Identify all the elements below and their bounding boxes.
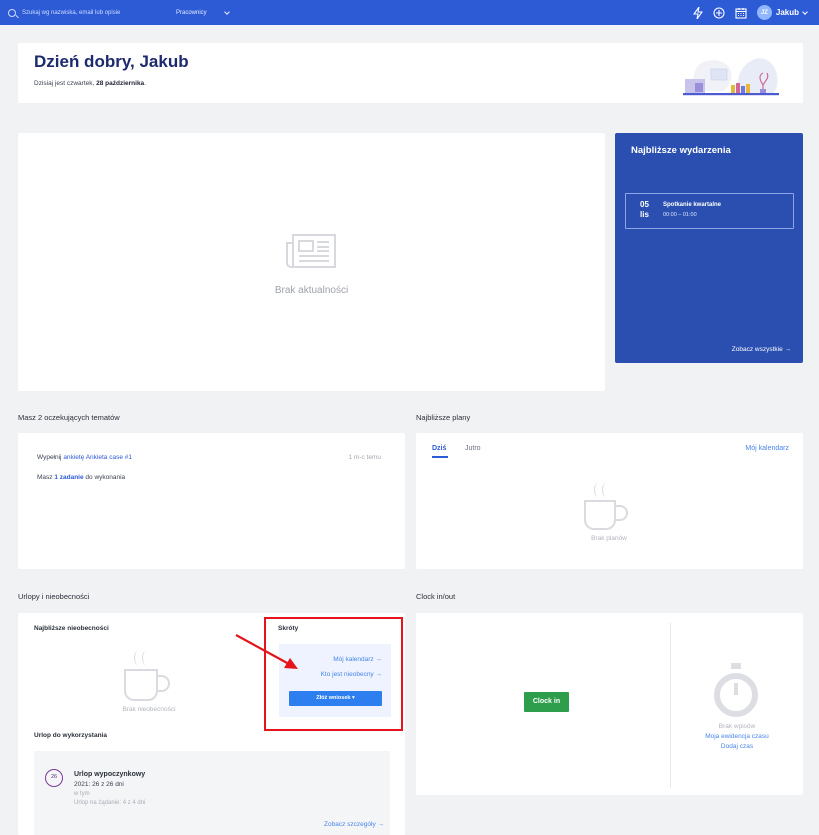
clock-in-button[interactable]: Clock in (524, 692, 569, 712)
global-search[interactable]: Szukaj wg nazwiska, email lub opisie Pra… (8, 4, 243, 21)
events-title: Najbliższe wydarzenia (631, 145, 731, 156)
upcoming-events-panel: Najbliższe wydarzenia 05 lis Spotkanie k… (615, 133, 803, 363)
plans-empty-text: Brak planów (591, 535, 627, 542)
date-subtitle: Dzisiaj jest czwartek, 28 października. (34, 80, 146, 87)
clock-section-title: Clock in/out (416, 592, 456, 601)
leave-including-label: w tym (74, 791, 90, 797)
lightning-icon[interactable] (692, 6, 703, 19)
coffee-cup-icon (122, 651, 178, 705)
search-input[interactable]: Szukaj wg nazwiska, email lub opisie (22, 10, 176, 16)
upcoming-absences-title: Najbliższe nieobecności (34, 625, 109, 632)
date-suffix: . (144, 80, 146, 87)
event-time: 00:00 – 01:00 (663, 212, 697, 218)
no-entries-text: Brak wpisów (718, 723, 756, 730)
tasks-row: Masz 1 zadanie do wykonania (37, 474, 125, 481)
tasks-suffix: do wykonania (83, 474, 126, 481)
see-all-events-link[interactable]: Zobacz wszystkie → (732, 346, 791, 353)
survey-timestamp: 1 m-c temu (348, 454, 381, 461)
survey-link[interactable]: ankietę Ankieta case #1 (63, 454, 132, 461)
avatar: JZ (756, 5, 772, 20)
event-month: lis (640, 210, 649, 219)
news-empty-text: Brak aktualności (274, 285, 349, 296)
stopwatch-icon (714, 663, 758, 717)
date-prefix: Dzisiaj jest czwartek, (34, 80, 97, 87)
pending-section-title: Masz 2 oczekujących tematów (18, 413, 120, 422)
news-panel: Brak aktualności (18, 133, 605, 391)
clock-panel: Clock in Brak wpisów Moja ewidencja czas… (416, 613, 803, 795)
leave-on-demand: Urlop na żądanie: 4 z 4 dni (74, 800, 146, 806)
top-navigation-bar: Szukaj wg nazwiska, email lub opisie Pra… (0, 0, 819, 25)
search-icon (8, 8, 16, 17)
annotation-highlight-box (264, 617, 403, 731)
calendar-icon[interactable] (735, 7, 747, 19)
search-scope-label: Pracownicy (176, 9, 207, 16)
absences-empty-text: Brak nieobecności (122, 706, 176, 713)
leave-section-title: Urlopy i nieobecności (18, 592, 90, 601)
plans-section-title: Najbliższe plany (416, 413, 471, 422)
date-value: 28 października (96, 80, 145, 87)
search-scope-select[interactable]: Pracownicy (176, 8, 230, 16)
user-name: Jakub (775, 8, 799, 17)
event-date: 05 lis (640, 200, 649, 220)
newspaper-icon (286, 234, 336, 268)
tasks-link[interactable]: 1 zadanie (54, 474, 83, 481)
leave-type-title: Urlop wypoczynkowy (74, 771, 146, 778)
page-title: Dzień dobry, Jakub (34, 52, 189, 71)
leave-summary: 2021: 26 z 26 dni (74, 781, 124, 788)
tab-today[interactable]: Dziś (432, 445, 449, 458)
see-details-link[interactable]: Zobacz szczegóły → (324, 821, 384, 828)
leave-balance-card: 26 Urlop wypoczynkowy 2021: 26 z 26 dni … (34, 751, 390, 835)
add-circle-icon[interactable] (713, 6, 725, 19)
leave-days-badge: 26 (45, 769, 63, 787)
greeting-card: Dzień dobry, Jakub Dzisiaj jest czwartek… (18, 43, 803, 103)
event-day: 05 (640, 200, 649, 209)
tasks-prefix: Masz (37, 474, 55, 481)
divider (670, 623, 671, 788)
my-calendar-link[interactable]: Mój kalendarz (745, 445, 789, 452)
survey-prefix: Wypełnij (37, 454, 64, 461)
upcoming-plans-panel: Dziś Jutro Mój kalendarz Brak planów (416, 433, 803, 569)
top-actions: JZ Jakub (692, 4, 808, 21)
survey-task-row: Wypełnij ankietę Ankieta case #1 (37, 454, 132, 461)
tab-tomorrow[interactable]: Jutro (465, 445, 481, 452)
event-title: Spotkanie kwartalne (663, 202, 722, 208)
coffee-cup-icon (584, 483, 634, 533)
add-time-link[interactable]: Dodaj czas (671, 743, 803, 750)
chevron-down-icon (223, 8, 230, 15)
pending-topics-panel: Wypełnij ankietę Ankieta case #1 1 m-c t… (18, 433, 405, 569)
time-tracking-link[interactable]: Moja ewidencja czasu (671, 733, 803, 740)
event-item[interactable]: 05 lis Spotkanie kwartalne 00:00 – 01:00 (625, 193, 794, 229)
chevron-down-icon (802, 8, 808, 15)
user-menu[interactable]: JZ Jakub (756, 5, 808, 20)
available-leave-title: Urlop do wykorzystania (34, 732, 107, 739)
office-illustration (683, 58, 779, 96)
